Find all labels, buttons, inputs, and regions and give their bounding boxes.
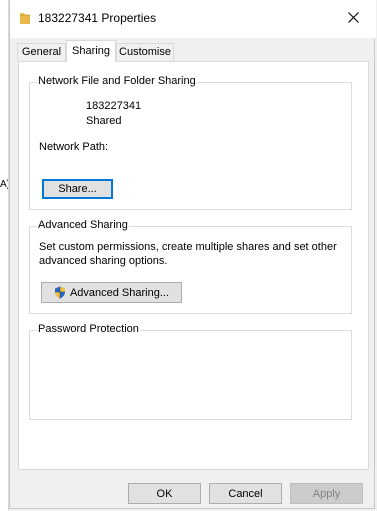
uac-shield-icon [54, 286, 66, 299]
folder-icon [20, 12, 30, 24]
ok-button[interactable]: OK [128, 483, 201, 504]
tab-general[interactable]: General [17, 43, 66, 61]
sharing-tab-panel: Network File and Folder Sharing 18322734… [18, 61, 369, 470]
share-status: Shared [86, 115, 122, 127]
tab-customise[interactable]: Customise [116, 43, 174, 61]
advanced-sharing-button-label: Advanced Sharing... [69, 286, 170, 299]
advanced-sharing-description-line2: advanced sharing options. [39, 255, 168, 267]
advanced-sharing-group: Advanced Sharing Set custom permissions,… [29, 219, 352, 314]
network-path-label: Network Path: [39, 141, 109, 153]
network-sharing-group-label: Network File and Folder Sharing [37, 75, 197, 87]
share-button[interactable]: Share... [42, 179, 113, 199]
shared-item-name: 183227341 [86, 100, 142, 112]
window-title: 183227341 Properties [38, 11, 157, 25]
cancel-button[interactable]: Cancel [209, 483, 282, 504]
close-icon [347, 12, 359, 26]
advanced-sharing-group-label: Advanced Sharing [37, 219, 129, 231]
properties-dialog: 183227341 Properties General Sharing Cus… [9, 0, 376, 509]
apply-button[interactable]: Apply [290, 483, 363, 504]
password-protection-group-label: Password Protection [37, 323, 140, 335]
title-bar[interactable]: 183227341 Properties [10, 0, 376, 38]
tab-sharing[interactable]: Sharing [66, 40, 116, 62]
advanced-sharing-description-line1: Set custom permissions, create multiple … [39, 241, 337, 253]
password-protection-group: Password Protection [29, 323, 352, 420]
advanced-sharing-button[interactable]: Advanced Sharing... [41, 282, 182, 303]
close-button[interactable] [330, 0, 376, 38]
tab-strip: General Sharing Customise [10, 38, 376, 62]
network-sharing-group: Network File and Folder Sharing 18322734… [29, 75, 352, 210]
